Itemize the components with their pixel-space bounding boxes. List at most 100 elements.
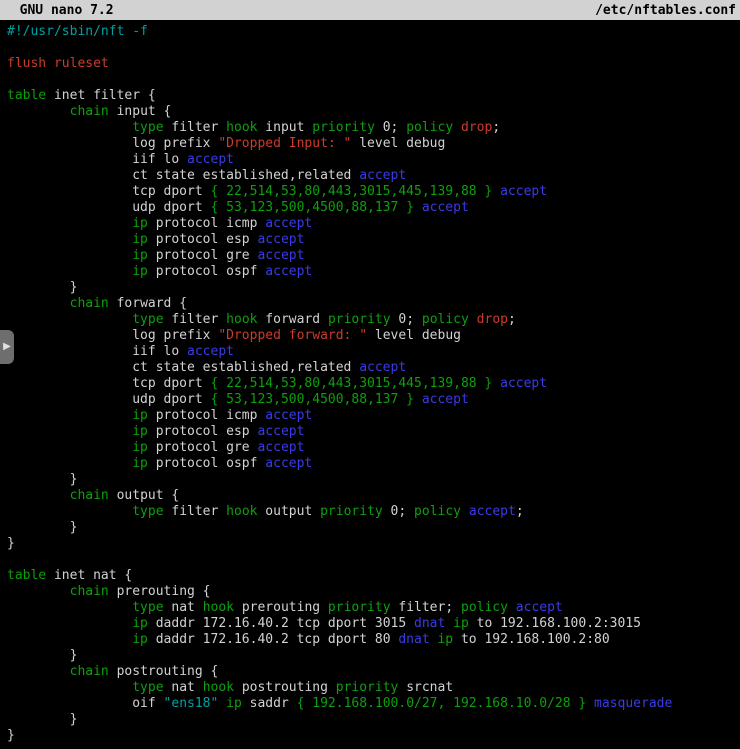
syntax-token: type: [132, 680, 163, 695]
syntax-token: chain: [70, 664, 109, 679]
syntax-token: prerouting: [234, 600, 328, 615]
syntax-token: "ens18": [164, 696, 219, 711]
syntax-token: protocol icmp: [148, 408, 265, 423]
syntax-token: "Dropped forward: ": [218, 328, 367, 343]
syntax-token: ;: [508, 312, 516, 327]
syntax-token: to 192.168.100.2:80: [453, 632, 610, 647]
syntax-token: ip: [132, 264, 148, 279]
syntax-token: accept: [257, 440, 304, 455]
syntax-token: accept: [500, 376, 547, 391]
code-line: [7, 40, 740, 56]
syntax-token: 0;: [383, 504, 414, 519]
syntax-token: [7, 440, 132, 455]
code-line: type nat hook prerouting priority filter…: [7, 600, 740, 616]
syntax-token: accept: [257, 248, 304, 263]
syntax-token: [492, 184, 500, 199]
novnc-control-bar-handle[interactable]: ▶: [0, 330, 14, 364]
syntax-token: daddr 172.16.40.2 tcp dport 3015: [148, 616, 414, 631]
nano-version: GNU nano 7.2: [4, 3, 114, 18]
syntax-token: tcp dport: [7, 184, 211, 199]
syntax-token: ip: [132, 424, 148, 439]
syntax-token: type: [132, 120, 163, 135]
syntax-token: output: [257, 504, 320, 519]
code-line: flush ruleset: [7, 56, 740, 72]
syntax-token: policy: [406, 120, 453, 135]
syntax-token: [7, 456, 132, 471]
syntax-token: [586, 696, 594, 711]
syntax-token: 0;: [375, 120, 406, 135]
syntax-token: level debug: [367, 328, 461, 343]
syntax-token: [414, 200, 422, 215]
syntax-token: ct state established,related: [7, 168, 359, 183]
syntax-token: }: [7, 728, 15, 743]
code-line: chain output {: [7, 488, 740, 504]
code-line: table inet filter {: [7, 88, 740, 104]
syntax-token: }: [7, 520, 77, 535]
expand-arrow-icon: ▶: [3, 342, 11, 352]
syntax-token: policy: [422, 312, 469, 327]
code-line: iif lo accept: [7, 344, 740, 360]
code-line: }: [7, 520, 740, 536]
syntax-token: accept: [187, 152, 234, 167]
syntax-token: filter: [164, 504, 227, 519]
syntax-token: [7, 104, 70, 119]
syntax-token: input: [257, 120, 312, 135]
syntax-token: ip: [132, 440, 148, 455]
syntax-token: masquerade: [594, 696, 672, 711]
syntax-token: [7, 120, 132, 135]
syntax-token: [445, 616, 453, 631]
syntax-token: [414, 392, 422, 407]
syntax-token: [7, 424, 132, 439]
syntax-token: policy: [461, 600, 508, 615]
syntax-token: drop: [477, 312, 508, 327]
syntax-token: accept: [422, 200, 469, 215]
syntax-token: ip: [132, 616, 148, 631]
syntax-token: 0;: [391, 312, 422, 327]
code-line: ip protocol ospf accept: [7, 456, 740, 472]
syntax-token: log prefix: [7, 328, 218, 343]
syntax-token: { 53,123,500,4500,88,137 }: [211, 200, 415, 215]
code-line: ip protocol esp accept: [7, 232, 740, 248]
syntax-token: }: [7, 280, 77, 295]
syntax-token: priority: [328, 312, 391, 327]
syntax-token: [7, 408, 132, 423]
syntax-token: hook: [226, 504, 257, 519]
code-line: ip protocol icmp accept: [7, 408, 740, 424]
syntax-token: }: [7, 536, 15, 551]
syntax-token: [7, 504, 132, 519]
syntax-token: to 192.168.100.2:3015: [469, 616, 641, 631]
syntax-token: table: [7, 568, 46, 583]
editor-screen[interactable]: #!/usr/sbin/nft -fflush rulesettable ine…: [0, 20, 740, 744]
syntax-token: oif: [7, 696, 164, 711]
code-line: ct state established,related accept: [7, 360, 740, 376]
code-line: log prefix "Dropped Input: " level debug: [7, 136, 740, 152]
code-line: log prefix "Dropped forward: " level deb…: [7, 328, 740, 344]
syntax-token: accept: [359, 168, 406, 183]
code-line: ip daddr 172.16.40.2 tcp dport 3015 dnat…: [7, 616, 740, 632]
syntax-token: { 22,514,53,80,443,3015,445,139,88 }: [211, 184, 493, 199]
syntax-token: ;: [492, 120, 500, 135]
code-line: tcp dport { 22,514,53,80,443,3015,445,13…: [7, 184, 740, 200]
syntax-token: filter: [164, 312, 227, 327]
syntax-token: dnat: [414, 616, 445, 631]
syntax-token: postrouting {: [109, 664, 219, 679]
syntax-token: [453, 120, 461, 135]
syntax-token: chain: [70, 104, 109, 119]
syntax-token: dnat: [398, 632, 429, 647]
syntax-token: accept: [257, 424, 304, 439]
syntax-token: { 53,123,500,4500,88,137 }: [211, 392, 415, 407]
code-line: udp dport { 53,123,500,4500,88,137 } acc…: [7, 200, 740, 216]
syntax-token: ip: [132, 216, 148, 231]
syntax-token: accept: [265, 216, 312, 231]
syntax-token: chain: [70, 488, 109, 503]
syntax-token: srcnat: [398, 680, 453, 695]
syntax-token: accept: [516, 600, 563, 615]
syntax-token: level debug: [351, 136, 445, 151]
code-line: type filter hook input priority 0; polic…: [7, 120, 740, 136]
syntax-token: priority: [336, 680, 399, 695]
syntax-token: saddr: [242, 696, 297, 711]
syntax-token: daddr 172.16.40.2 tcp dport 80: [148, 632, 398, 647]
syntax-token: inet nat {: [46, 568, 132, 583]
code-line: }: [7, 472, 740, 488]
syntax-token: udp dport: [7, 200, 211, 215]
